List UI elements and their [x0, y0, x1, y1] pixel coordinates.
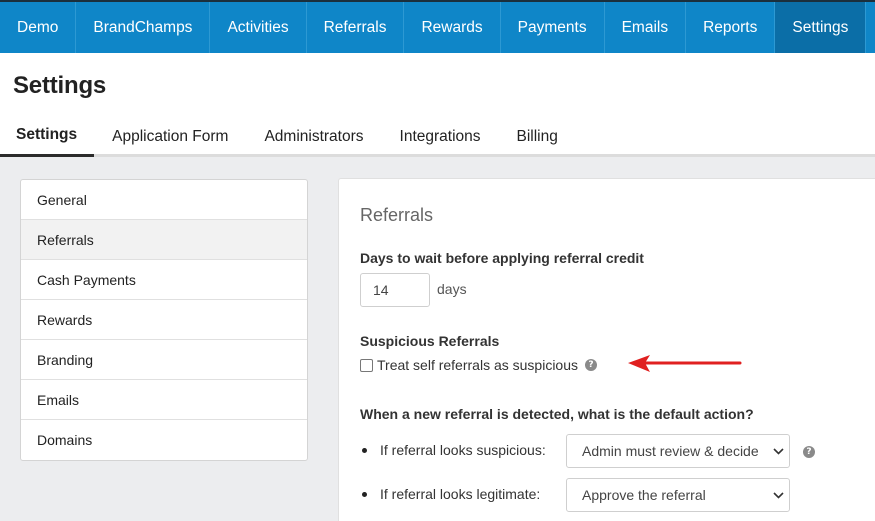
legitimate-action-select[interactable]: Approve the referral	[566, 478, 790, 512]
settings-subtabs: Settings Application Form Administrators…	[0, 116, 576, 157]
top-navigation: Demo BrandChamps Activities Referrals Re…	[0, 0, 875, 53]
bullet-icon	[362, 491, 367, 497]
legitimate-action-row: If referral looks legitimate:	[362, 486, 566, 502]
tab-administrators[interactable]: Administrators	[246, 116, 381, 157]
self-referral-row: Treat self referrals as suspicious ?	[360, 357, 597, 373]
red-arrow-annotation	[628, 355, 742, 372]
suspicious-action-select[interactable]: Admin must review & decide	[566, 434, 790, 468]
panel-title: Referrals	[360, 205, 434, 225]
sidemenu-item-emails[interactable]: Emails	[21, 380, 307, 420]
nav-demo[interactable]: Demo	[0, 2, 77, 53]
self-referral-checkbox[interactable]	[360, 358, 373, 372]
question-circle-icon[interactable]: ?	[803, 446, 815, 458]
tab-billing[interactable]: Billing	[499, 116, 576, 157]
page-header: Settings Settings Application Form Admin…	[0, 53, 875, 157]
tab-settings[interactable]: Settings	[0, 116, 95, 157]
nav-referrals[interactable]: Referrals	[307, 2, 405, 53]
wait-days-label: Days to wait before applying referral cr…	[360, 250, 644, 266]
referrals-settings-panel: Referrals Days to wait before applying r…	[338, 178, 875, 521]
bullet-icon	[362, 447, 367, 453]
chevron-down-icon	[767, 447, 789, 455]
nav-brandchamps[interactable]: BrandChamps	[76, 2, 211, 53]
suspicious-action-row: If referral looks suspicious:	[362, 442, 566, 458]
nav-settings[interactable]: Settings	[775, 2, 867, 53]
suspicious-heading: Suspicious Referrals	[360, 333, 500, 349]
sidemenu-item-cash-payments[interactable]: Cash Payments	[21, 260, 307, 300]
nav-emails[interactable]: Emails	[605, 2, 687, 53]
default-action-question: When a new referral is detected, what is…	[360, 406, 754, 422]
tab-application-form[interactable]: Application Form	[94, 116, 246, 157]
sidemenu-item-general[interactable]: General	[21, 180, 307, 220]
sidemenu-item-domains[interactable]: Domains	[21, 420, 307, 460]
chevron-down-icon	[767, 491, 789, 499]
suspicious-action-value: Admin must review & decide	[582, 443, 759, 459]
tab-integrations[interactable]: Integrations	[382, 116, 499, 157]
nav-rewards[interactable]: Rewards	[404, 2, 501, 53]
sidemenu-item-referrals[interactable]: Referrals	[21, 220, 307, 260]
nav-payments[interactable]: Payments	[501, 2, 605, 53]
wait-days-input[interactable]	[360, 273, 430, 307]
wait-days-unit: days	[437, 281, 467, 297]
sidemenu-item-branding[interactable]: Branding	[21, 340, 307, 380]
self-referral-label[interactable]: Treat self referrals as suspicious	[377, 357, 578, 373]
nav-reports[interactable]: Reports	[686, 2, 776, 53]
suspicious-action-label: If referral looks suspicious:	[380, 442, 546, 458]
nav-activities[interactable]: Activities	[210, 2, 307, 53]
question-circle-icon[interactable]: ?	[585, 359, 597, 371]
sidemenu-item-rewards[interactable]: Rewards	[21, 300, 307, 340]
legitimate-action-label: If referral looks legitimate:	[380, 486, 541, 502]
legitimate-action-value: Approve the referral	[582, 487, 706, 503]
page-title: Settings	[13, 72, 107, 99]
settings-sidemenu: General Referrals Cash Payments Rewards …	[20, 179, 308, 461]
